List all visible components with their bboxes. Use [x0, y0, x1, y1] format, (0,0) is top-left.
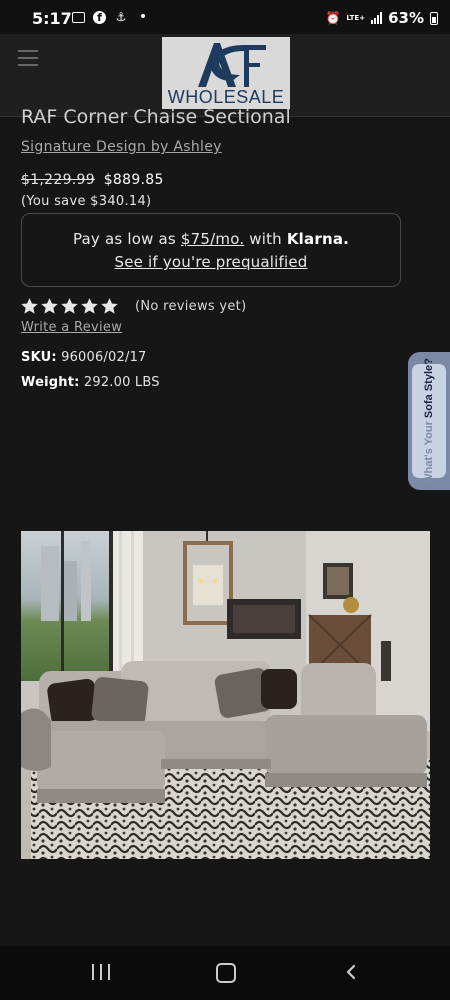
- klarna-financing-box: Pay as low as $75/mo. with Klarna. See i…: [21, 213, 401, 287]
- star-icon: [41, 298, 58, 314]
- star-icon: [21, 298, 38, 314]
- signal-icon: [371, 12, 383, 24]
- sku-row: SKU: 96006/02/17: [21, 350, 147, 365]
- sectional-sofa-photo: [21, 531, 430, 859]
- status-time: 5:17: [32, 9, 72, 28]
- widget-question: What's Your: [423, 421, 435, 484]
- klarna-middle: with: [249, 230, 282, 248]
- star-icon: [81, 298, 98, 314]
- logo-wordmark: WHOLESALE: [167, 87, 285, 107]
- home-icon[interactable]: [216, 963, 236, 983]
- klarna-offer: Pay as low as $75/mo. with Klarna.: [22, 230, 400, 248]
- product-photo[interactable]: [21, 531, 430, 859]
- rating-row: (No reviews yet): [21, 298, 246, 315]
- site-header: WHOLESALE: [0, 34, 450, 117]
- sku-value: 96006/02/17: [61, 350, 147, 365]
- reviews-count: (No reviews yet): [135, 299, 247, 314]
- network-type: LTE+: [346, 13, 366, 22]
- original-price: $1,229.99: [21, 172, 95, 188]
- anchor-icon: ⚓: [115, 10, 127, 24]
- status-notification-icons: f ⚓ •: [72, 10, 150, 24]
- sku-label: SKU:: [21, 350, 57, 365]
- dot-icon: •: [138, 9, 148, 25]
- battery-percent: 63%: [388, 9, 424, 27]
- back-icon[interactable]: [344, 964, 358, 980]
- star-icon: [101, 298, 118, 314]
- klarna-prefix: Pay as low as: [72, 230, 176, 248]
- write-review-link[interactable]: Write a Review: [21, 320, 122, 335]
- klarna-amount-link[interactable]: $75/mo.: [181, 230, 244, 248]
- klarna-logo: Klarna.: [286, 230, 350, 248]
- site-logo[interactable]: WHOLESALE: [162, 37, 290, 109]
- weight-label: Weight:: [21, 375, 80, 390]
- price-row: $1,229.99 $889.85: [21, 172, 164, 188]
- sale-price: $889.85: [103, 172, 164, 188]
- widget-label: Sofa Style?: [423, 358, 435, 419]
- weight-row: Weight: 292.00 LBS: [21, 375, 160, 390]
- recents-icon[interactable]: [92, 964, 110, 980]
- star-rating[interactable]: [21, 298, 121, 315]
- sofa-style-label: What's Your Sofa Style?: [423, 358, 435, 484]
- facebook-icon: f: [93, 11, 106, 24]
- klarna-prequalify-link[interactable]: See if you're prequalified: [22, 253, 400, 271]
- battery-icon: [430, 11, 438, 25]
- product-title: RAF Corner Chaise Sectional: [21, 106, 291, 128]
- sofa-style-widget[interactable]: What's Your Sofa Style?: [408, 352, 450, 490]
- status-bar: 5:17 f ⚓ • ⏰ LTE+ 63%: [0, 0, 450, 34]
- android-nav-bar: [0, 946, 450, 1000]
- weight-value: 292.00 LBS: [83, 375, 160, 390]
- star-icon: [61, 298, 78, 314]
- hamburger-icon[interactable]: [18, 50, 38, 66]
- status-system-icons: ⏰ LTE+ 63%: [326, 9, 438, 27]
- brand-link[interactable]: Signature Design by Ashley: [21, 139, 222, 155]
- alarm-icon: ⏰: [325, 11, 341, 25]
- savings-text: (You save $340.14): [21, 194, 152, 209]
- image-icon: [72, 12, 85, 23]
